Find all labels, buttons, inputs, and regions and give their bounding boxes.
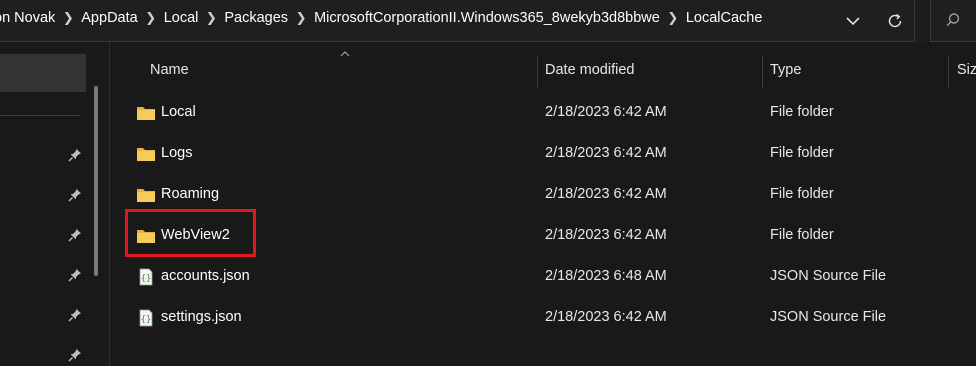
chevron-down-icon [846,17,860,26]
pin-icon[interactable] [68,268,82,282]
file-date: 2/18/2023 6:42 AM [545,104,667,120]
breadcrumb-item-appdata[interactable]: AppData [81,10,137,26]
file-name: accounts.json [161,268,250,284]
chevron-right-icon[interactable]: ❯ [138,10,164,26]
list-item[interactable]: Roaming 2/18/2023 6:42 AM File folder [112,175,976,215]
pin-icon[interactable] [68,308,82,322]
address-bar: on Novak ❯ AppData ❯ Local ❯ Packages ❯ … [0,0,976,42]
file-date: 2/18/2023 6:48 AM [545,268,667,284]
search-input[interactable] [930,0,976,42]
list-item[interactable]: Logs 2/18/2023 6:42 AM File folder [112,134,976,174]
file-date: 2/18/2023 6:42 AM [545,186,667,202]
navigation-pane [0,42,110,366]
file-name: settings.json [161,309,242,325]
chevron-right-icon[interactable]: ❯ [288,10,314,26]
nav-item-selected[interactable] [0,54,86,92]
svg-text:{}: {} [141,274,152,284]
file-name: Roaming [161,186,220,202]
chevron-right-icon[interactable]: ❯ [660,10,686,26]
search-icon [946,13,960,27]
pin-icon[interactable] [68,348,82,362]
breadcrumb-item-local[interactable]: Local [164,10,199,26]
file-type: File folder [770,227,834,243]
file-date: 2/18/2023 6:42 AM [545,309,667,325]
json-file-icon: {} [139,268,153,286]
file-type: JSON Source File [770,309,887,325]
file-type: JSON Source File [770,268,887,284]
list-item[interactable]: {} settings.json 2/18/2023 6:42 AM JSON … [112,298,976,338]
divider [0,115,80,116]
file-name: WebView2 [161,227,230,243]
folder-icon [137,107,155,120]
address-dropdown-button[interactable] [840,8,866,34]
folder-icon [137,148,155,161]
chevron-right-icon[interactable]: ❯ [55,10,81,26]
column-divider[interactable] [762,56,763,88]
column-header-size[interactable]: Siz [957,62,976,78]
file-type: File folder [770,145,834,161]
sort-ascending-icon [340,51,350,57]
list-item[interactable]: {} accounts.json 2/18/2023 6:48 AM JSON … [112,257,976,297]
breadcrumb-item-packages[interactable]: Packages [224,10,288,26]
refresh-button[interactable] [882,8,908,34]
file-name: Logs [161,145,193,161]
file-type: File folder [770,104,834,120]
svg-text:{}: {} [141,315,152,325]
json-file-icon: {} [139,309,153,327]
nav-scrollbar[interactable] [94,86,98,276]
file-name: Local [161,104,196,120]
refresh-icon [888,13,902,28]
folder-icon [137,189,155,202]
column-header-date[interactable]: Date modified [545,62,634,78]
breadcrumb-item-user[interactable]: on Novak [0,10,55,26]
breadcrumb[interactable]: on Novak ❯ AppData ❯ Local ❯ Packages ❯ … [0,0,915,42]
folder-icon [137,230,155,243]
file-date: 2/18/2023 6:42 AM [545,227,667,243]
pin-icon[interactable] [68,148,82,162]
pin-icon[interactable] [68,188,82,202]
file-type: File folder [770,186,834,202]
column-header-name[interactable]: Name [150,62,189,78]
breadcrumb-item-package[interactable]: MicrosoftCorporationII.Windows365_8wekyb… [314,10,660,26]
column-divider[interactable] [537,56,538,88]
file-date: 2/18/2023 6:42 AM [545,145,667,161]
list-item[interactable]: Local 2/18/2023 6:42 AM File folder [112,93,976,133]
column-header-row: Name Date modified Type Siz [112,48,976,94]
column-header-type[interactable]: Type [770,62,801,78]
breadcrumb-item-localcache[interactable]: LocalCache [686,10,763,26]
list-item[interactable]: WebView2 2/18/2023 6:42 AM File folder [112,216,976,256]
chevron-right-icon[interactable]: ❯ [198,10,224,26]
column-divider[interactable] [948,56,949,88]
pin-icon[interactable] [68,228,82,242]
